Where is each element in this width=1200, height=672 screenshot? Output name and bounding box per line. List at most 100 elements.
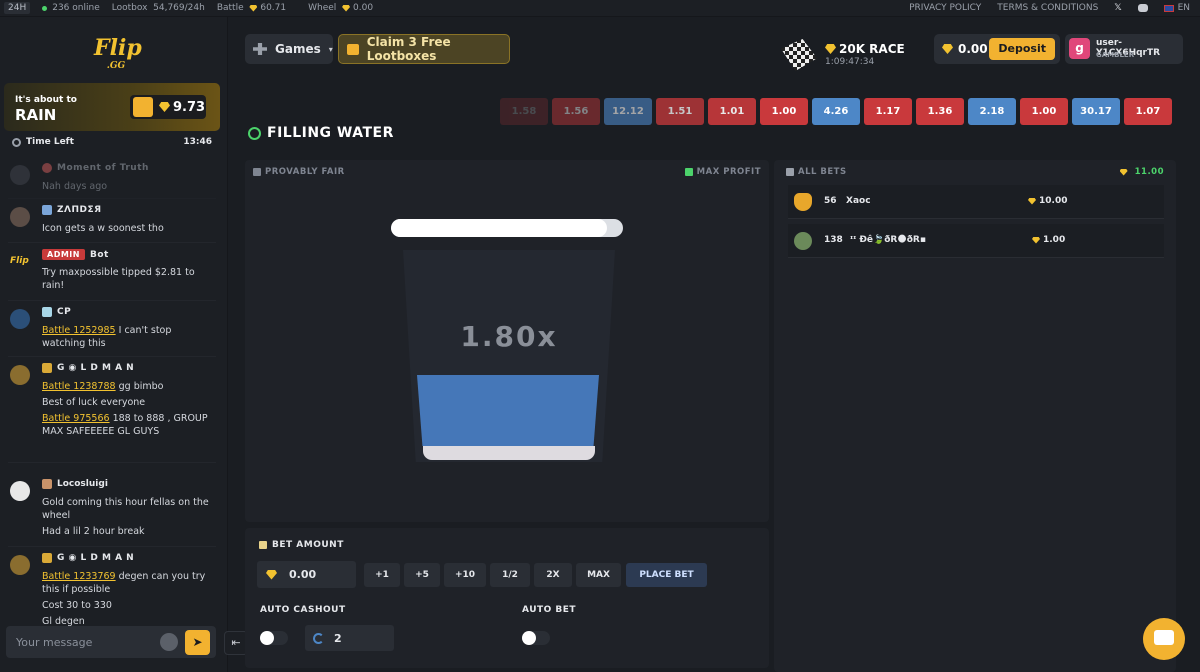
chat-sidebar: Flip .GG It's about to RAIN 9.73 Time Lef… — [0, 17, 228, 672]
bet-amount-input[interactable]: 0.00 — [257, 561, 356, 588]
plus-10-button[interactable]: +10 — [444, 563, 486, 587]
gem-icon — [342, 4, 351, 12]
chat-username[interactable]: Moment of Truth — [57, 163, 149, 173]
chat-text: Had a lil 2 hour break — [42, 526, 145, 537]
history-multiplier[interactable]: 1.51 — [656, 98, 704, 125]
chat-message: Flip ADMIN Bot Try maxpossible tipped $2.… — [8, 249, 216, 301]
history-multiplier[interactable]: 30.17 — [1072, 98, 1120, 125]
half-button[interactable]: 1/2 — [490, 563, 530, 587]
chat-username[interactable]: G ◉ L D M A N — [57, 363, 134, 373]
gem-icon — [159, 102, 170, 112]
auto-cashout-label: AUTO CASHOUT — [260, 605, 346, 615]
avatar[interactable] — [10, 365, 30, 385]
gem-icon — [942, 44, 953, 54]
top-stats-bar: 24H 236 online Lootbox 54,769/24h Battle… — [0, 0, 1200, 17]
bets-total: 11.00 — [1119, 167, 1164, 177]
battle-value: 60.71 — [260, 3, 287, 13]
race-widget[interactable]: 20K RACE 1:09:47:34 — [781, 39, 911, 75]
history-multiplier[interactable]: 1.00 — [760, 98, 808, 125]
bet-row: 56 Xaoc 10.00 — [788, 185, 1164, 219]
user-menu[interactable]: g user-Y1CX6HqrTR GAMBLER — [1065, 34, 1183, 64]
player-name[interactable]: Xaoc — [846, 196, 871, 206]
race-timer: 1:09:47:34 — [825, 57, 875, 67]
chat-message: G ◉ L D M A N Battle 1233769 degen can y… — [8, 553, 216, 629]
history-multiplier[interactable]: 1.36 — [916, 98, 964, 125]
avatar[interactable] — [10, 309, 30, 329]
battle-link[interactable]: Battle 1238788 — [42, 381, 116, 392]
avatar[interactable] — [10, 481, 30, 501]
avatar[interactable]: Flip — [10, 251, 30, 271]
history-multiplier[interactable]: 12.12 — [604, 98, 652, 125]
language-selector[interactable]: EN — [1163, 3, 1190, 13]
terms-link[interactable]: TERMS & CONDITIONS — [997, 3, 1098, 13]
game-panel: PROVABLY FAIR MAX PROFIT 1.80x — [245, 160, 769, 522]
plus-5-button[interactable]: +5 — [404, 563, 440, 587]
battle-link[interactable]: Battle 1252985 — [42, 325, 116, 336]
max-profit-link[interactable]: MAX PROFIT — [684, 167, 761, 177]
battle-link[interactable]: Battle 975566 — [42, 413, 110, 424]
lootbox-value: 54,769/24h — [153, 3, 205, 13]
avatar: g — [1069, 38, 1090, 59]
chat-username[interactable]: G ◉ L D M A N — [57, 553, 134, 563]
support-chat-button[interactable] — [1143, 618, 1185, 660]
tip-rain-icon — [133, 97, 153, 117]
emoji-icon[interactable] — [160, 633, 178, 651]
history-multiplier[interactable]: 1.58 — [500, 98, 548, 125]
chat-input[interactable]: Your message ➤ — [6, 626, 216, 658]
history-multiplier[interactable]: 4.26 — [812, 98, 860, 125]
place-bet-button[interactable]: PLACE BET — [626, 563, 707, 587]
rain-amount[interactable]: 9.73 — [130, 95, 206, 119]
send-button[interactable]: ➤ — [185, 630, 210, 655]
history-multiplier[interactable]: 1.07 — [1124, 98, 1172, 125]
chat-messages[interactable]: Moment of Truth Nah days ago ZΛПDΣЯ Icon… — [0, 159, 220, 629]
chat-message: G ◉ L D M A N Battle 1238788 gg bimbo Be… — [8, 363, 216, 463]
player-level: 56 — [824, 196, 837, 206]
privacy-policy-link[interactable]: PRIVACY POLICY — [909, 3, 981, 13]
chat-username[interactable]: Locosluigi — [57, 479, 108, 489]
admin-badge: ADMIN — [42, 249, 85, 260]
site-logo[interactable]: Flip .GG — [94, 35, 142, 75]
max-button[interactable]: MAX — [576, 563, 621, 587]
rank-icon — [42, 205, 52, 215]
avatar[interactable] — [10, 555, 30, 575]
auto-cashout-input[interactable]: 2 — [305, 625, 394, 651]
period-tag: 24H — [4, 2, 31, 14]
avatar[interactable] — [10, 165, 30, 185]
chat-text: Cost 30 to 330 — [42, 600, 112, 611]
chat-username[interactable]: CP — [57, 307, 71, 317]
plus-1-button[interactable]: +1 — [364, 563, 400, 587]
games-dropdown[interactable]: Games ▾ — [245, 34, 333, 64]
user-role: GAMBLER — [1096, 51, 1135, 59]
history-multiplier[interactable]: 1.17 — [864, 98, 912, 125]
gamepad-icon — [253, 43, 267, 55]
discord-icon[interactable] — [1137, 4, 1148, 12]
cashout-icon — [313, 632, 324, 644]
provably-fair-link[interactable]: PROVABLY FAIR — [253, 167, 345, 177]
bet-controls: BET AMOUNT 0.00 +1 +5 +10 1/2 2X MAX PLA… — [245, 528, 769, 668]
chat-bubble-icon — [1154, 630, 1174, 645]
auto-bet-label: AUTO BET — [522, 605, 577, 615]
auto-bet-toggle[interactable] — [522, 631, 550, 645]
chat-text: Nah days ago — [42, 181, 108, 192]
player-name[interactable]: ᶦᶦ Ðê🍃ðR🌑ðR▪ — [850, 235, 926, 245]
deposit-button[interactable]: Deposit — [989, 38, 1055, 60]
double-button[interactable]: 2X — [534, 563, 572, 587]
history-multiplier[interactable]: 2.18 — [968, 98, 1016, 125]
gem-icon — [266, 569, 277, 580]
rain-timer: Time Left 13:46 — [4, 133, 220, 151]
chat-text: Battle 1233769 degen can you try this if… — [42, 571, 206, 595]
avatar[interactable] — [10, 207, 30, 227]
claim-lootboxes-button[interactable]: Claim 3 Free Lootboxes — [338, 34, 510, 64]
player-level: 138 — [824, 235, 843, 245]
history-multiplier[interactable]: 1.56 — [552, 98, 600, 125]
auto-cashout-toggle[interactable] — [260, 631, 288, 645]
x-twitter-icon[interactable]: 𝕏 — [1114, 3, 1121, 13]
water-glass — [403, 250, 615, 462]
rank-icon — [42, 163, 52, 173]
battle-link[interactable]: Battle 1233769 — [42, 571, 116, 582]
chat-username[interactable]: Bot — [90, 250, 109, 260]
chat-username[interactable]: ZΛПDΣЯ — [57, 205, 102, 215]
toggle-knob — [260, 631, 274, 645]
history-multiplier[interactable]: 1.01 — [708, 98, 756, 125]
history-multiplier[interactable]: 1.00 — [1020, 98, 1068, 125]
